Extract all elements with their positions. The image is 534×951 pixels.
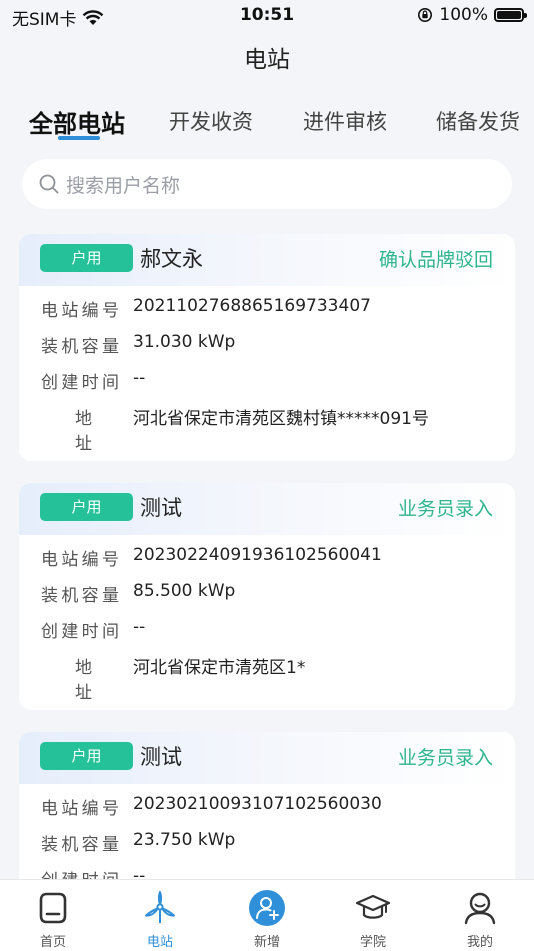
tab-development[interactable]: 开发收资: [169, 106, 253, 136]
search-placeholder: 搜索用户名称: [66, 174, 181, 197]
customer-name: 测试: [140, 745, 182, 769]
capacity-value: 23.750 kWp: [133, 830, 236, 850]
address-label: 地 址: [75, 658, 92, 703]
capacity-row: 装机容量 31.030 kWp: [19, 332, 515, 360]
card-header: 户用 测试 业务员录入: [19, 732, 515, 784]
home-icon: [39, 892, 67, 924]
created-value: --: [133, 617, 146, 637]
station-no-value: 20211027688651697334​07: [133, 296, 371, 316]
tab-add-label: 新增: [253, 935, 280, 950]
battery-level: [497, 11, 521, 19]
customer-name: 郝文永: [140, 247, 203, 271]
customer-name: 测试: [140, 496, 182, 520]
capacity-value: 85.500 kWp: [133, 581, 236, 601]
created-row: 创建时间 --: [19, 617, 515, 645]
tab-academy[interactable]: 学院: [333, 880, 413, 951]
tab-academy-label: 学院: [359, 935, 386, 950]
station-no-value: 2023022409193610256004​1: [133, 545, 382, 565]
created-label: 创建时间: [41, 373, 119, 393]
tab-add[interactable]: 新增: [227, 880, 307, 951]
orientation-lock-icon: [418, 8, 433, 22]
capacity-label: 装机容量: [41, 337, 119, 357]
station-no-value: 2023021009310710256003​0: [133, 794, 382, 814]
address-value: 河北省保定市清苑区魏村镇*****091号: [133, 409, 429, 429]
wind-turbine-icon: [145, 891, 175, 923]
type-badge: 户用: [40, 493, 133, 521]
created-row: 创建时间 --: [19, 368, 515, 396]
address-value: 河北省保定市清苑区1*: [133, 658, 306, 678]
tab-review[interactable]: 进件审核: [303, 106, 387, 136]
station-no-label: 电站编号: [41, 799, 119, 819]
capacity-label: 装机容量: [41, 586, 119, 606]
tab-mine-label: 我的: [466, 935, 493, 950]
station-no-label: 电站编号: [41, 301, 119, 321]
active-tab-indicator: [58, 136, 100, 140]
card-header: 户用 测试 业务员录入: [19, 483, 515, 535]
type-badge: 户用: [40, 244, 133, 272]
address-label: 地 址: [75, 409, 92, 454]
station-status: 业务员录入: [397, 498, 493, 520]
station-status: 业务员录入: [397, 747, 493, 769]
station-card[interactable]: 户用 测试 业务员录入 电站编号 2023022409193610256004​…: [19, 483, 515, 710]
page-title: 电站: [244, 47, 290, 73]
battery-percent: 100%: [439, 5, 488, 25]
bottom-tab-bar: 首页 电站 新增 学院 我的: [0, 879, 534, 951]
created-label: 创建时间: [41, 622, 119, 642]
graduation-cap-icon: [355, 894, 391, 919]
capacity-row: 装机容量 23.750 kWp: [19, 830, 515, 858]
tab-all-stations[interactable]: 全部电站: [29, 104, 125, 139]
tab-home[interactable]: 首页: [13, 880, 93, 951]
tab-mine[interactable]: 我的: [440, 880, 520, 951]
add-user-icon: [249, 890, 285, 926]
capacity-label: 装机容量: [41, 835, 119, 855]
capacity-row: 装机容量 85.500 kWp: [19, 581, 515, 609]
tab-shipping[interactable]: 储备发货: [436, 106, 520, 136]
station-status: 确认品牌驳回: [378, 249, 493, 271]
tab-stations-label: 电站: [146, 935, 173, 950]
capacity-value: 31.030 kWp: [133, 332, 236, 352]
address-row: 地 址 河北省保定市清苑区魏村镇*****091号: [19, 404, 515, 454]
search-input[interactable]: 搜索用户名称: [22, 159, 512, 209]
battery-icon: [494, 8, 527, 22]
station-no-row: 电站编号 20211027688651697334​07: [19, 296, 515, 324]
station-no-row: 电站编号 2023022409193610256004​1: [19, 545, 515, 573]
created-value: --: [133, 368, 146, 388]
search-icon: [39, 174, 59, 194]
station-no-row: 电站编号 2023021009310710256003​0: [19, 794, 515, 822]
status-bar: 无SIM卡 10:51 100%: [0, 0, 534, 32]
station-no-label: 电站编号: [41, 550, 119, 570]
tab-stations[interactable]: 电站: [120, 880, 200, 951]
status-right: 100%: [417, 5, 527, 25]
address-row: 地 址 河北省保定市清苑区1*: [19, 653, 515, 703]
tab-home-label: 首页: [39, 935, 66, 950]
card-header: 户用 郝文永 确认品牌驳回: [19, 234, 515, 286]
profile-icon: [464, 892, 496, 925]
station-card[interactable]: 户用 郝文永 确认品牌驳回 电站编号 20211027688651697334​…: [19, 234, 515, 461]
type-badge: 户用: [40, 742, 133, 770]
tab-bar-top: 全部电站 开发收资 进件审核 储备发货: [0, 100, 534, 150]
